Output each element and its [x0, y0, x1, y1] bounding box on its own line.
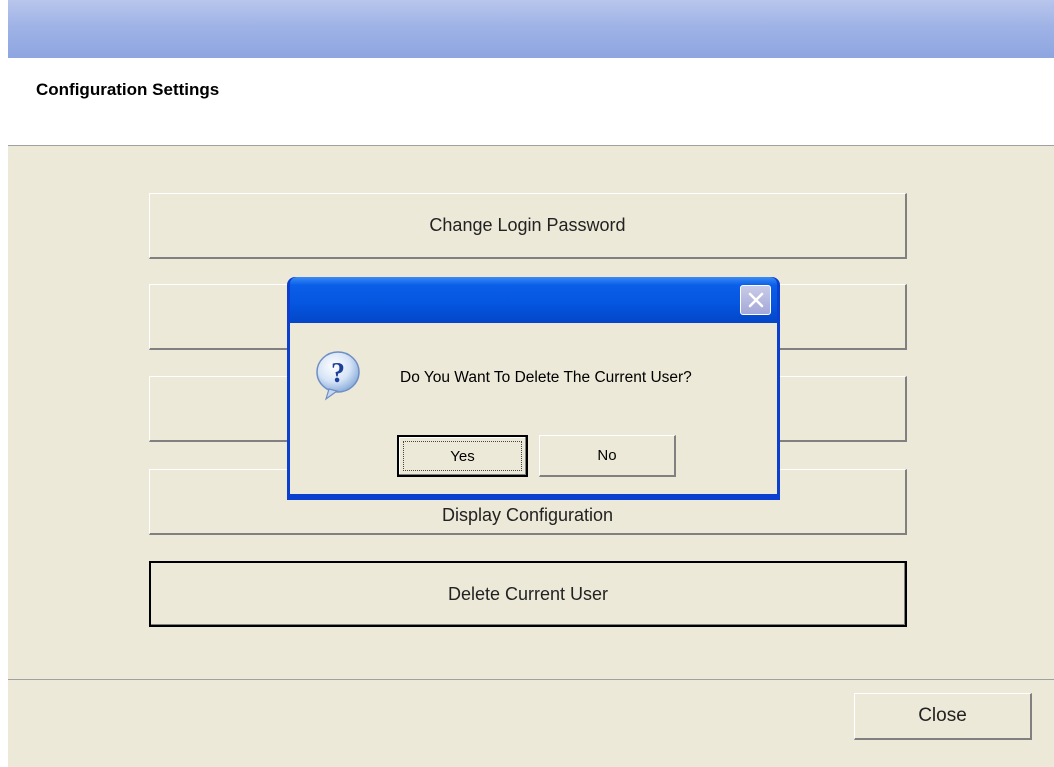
change-login-password-button[interactable]: Change Login Password [149, 193, 907, 259]
dialog-body: ? Do You Want To Delete The Current User… [290, 323, 777, 494]
window-left-edge [0, 0, 8, 767]
close-icon[interactable] [740, 285, 771, 315]
confirm-delete-dialog: ? Do You Want To Delete The Current User… [287, 277, 780, 500]
yes-button[interactable]: Yes [397, 435, 528, 477]
dialog-titlebar[interactable] [290, 277, 777, 323]
no-button[interactable]: No [539, 435, 676, 477]
configuration-window: Configuration Settings Change Login Pass… [0, 0, 1054, 767]
dialog-message: Do You Want To Delete The Current User? [400, 369, 692, 386]
display-configuration-label: Display Configuration [441, 505, 614, 525]
svg-text:?: ? [331, 358, 345, 389]
window-titlebar[interactable] [8, 0, 1054, 58]
delete-current-user-button[interactable]: Delete Current User [149, 561, 907, 627]
window-footer: Close [8, 679, 1054, 767]
close-button[interactable]: Close [854, 693, 1032, 740]
focus-ring [403, 441, 522, 471]
page-title: Configuration Settings [36, 80, 220, 99]
window-header: Configuration Settings [8, 58, 1054, 146]
question-icon: ? [313, 349, 363, 401]
